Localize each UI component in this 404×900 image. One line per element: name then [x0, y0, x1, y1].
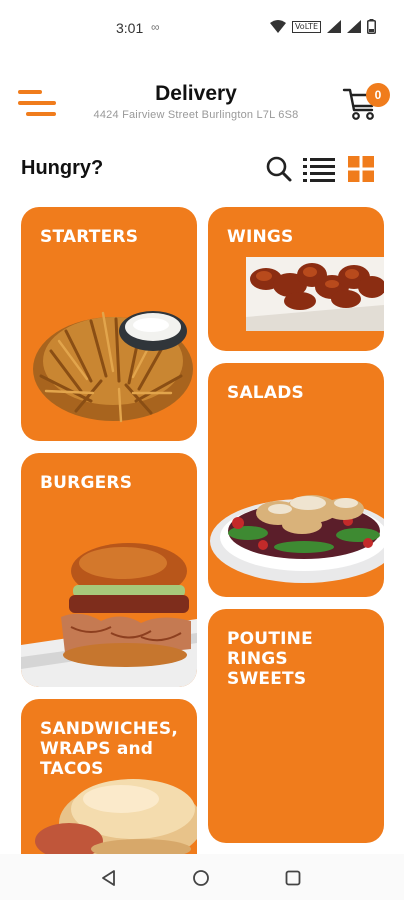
wifi-icon [269, 20, 286, 33]
home-icon [193, 870, 209, 886]
sandwich-image [35, 779, 197, 854]
category-card-wings[interactable]: WINGS [208, 207, 384, 351]
grid-view-icon [348, 156, 374, 182]
blooming-onion-image [33, 311, 193, 423]
signal-icon [327, 20, 341, 33]
salad-image [210, 495, 384, 583]
list-view-icon [303, 158, 335, 182]
status-bar: 3:01 ∞ VoLTE [0, 0, 404, 56]
status-icons: VoLTE [269, 19, 376, 34]
header: Delivery 4424 Fairview Street Burlington… [0, 80, 404, 130]
home-button[interactable] [189, 866, 213, 890]
battery-icon [367, 19, 376, 34]
recent-apps-button[interactable] [281, 866, 305, 890]
delivery-address: 4424 Fairview Street Burlington L7L 6S8 [93, 109, 299, 121]
category-card-salads[interactable]: SALADS [208, 363, 384, 597]
list-view-button[interactable] [303, 153, 335, 185]
chicken-wings-image [246, 257, 384, 331]
category-label: STARTERS [40, 227, 139, 247]
signal-icon-2 [347, 20, 361, 33]
status-time: 3:01 [116, 20, 144, 36]
delivery-header[interactable]: Delivery 4424 Fairview Street Burlington… [70, 80, 322, 121]
grid-view-button[interactable] [345, 153, 377, 185]
burger-image [21, 543, 197, 687]
cart-button[interactable]: 0 [342, 80, 390, 124]
category-label: SALADS [227, 383, 304, 403]
volte-badge: VoLTE [291, 20, 321, 33]
category-label: BURGERS [40, 473, 133, 493]
system-nav-bar [0, 854, 404, 900]
hamburger-menu-icon[interactable] [18, 86, 58, 120]
back-button[interactable] [97, 866, 121, 890]
page-title: Delivery [155, 82, 237, 105]
category-card-burgers[interactable]: BURGERS [21, 453, 197, 687]
search-icon [266, 156, 292, 182]
back-icon [102, 870, 115, 886]
category-card-starters[interactable]: STARTERS [21, 207, 197, 441]
category-label: WINGS [227, 227, 294, 247]
category-card-poutine-rings-sweets[interactable]: POUTINE RINGS SWEETS [208, 609, 384, 843]
category-grid: STARTERS WINGS SALADS BURGERS POUTINE RI… [0, 206, 404, 854]
cart-count-badge: 0 [366, 83, 390, 107]
search-button[interactable] [263, 153, 295, 185]
recent-apps-icon [285, 870, 301, 886]
toolbar: Hungry? [0, 150, 404, 190]
status-infinity-icon: ∞ [151, 20, 160, 34]
section-heading: Hungry? [21, 157, 104, 179]
category-card-sandwiches-wraps-tacos[interactable]: SANDWICHES, WRAPS and TACOS [21, 699, 197, 854]
category-label: POUTINE RINGS SWEETS [227, 629, 313, 689]
